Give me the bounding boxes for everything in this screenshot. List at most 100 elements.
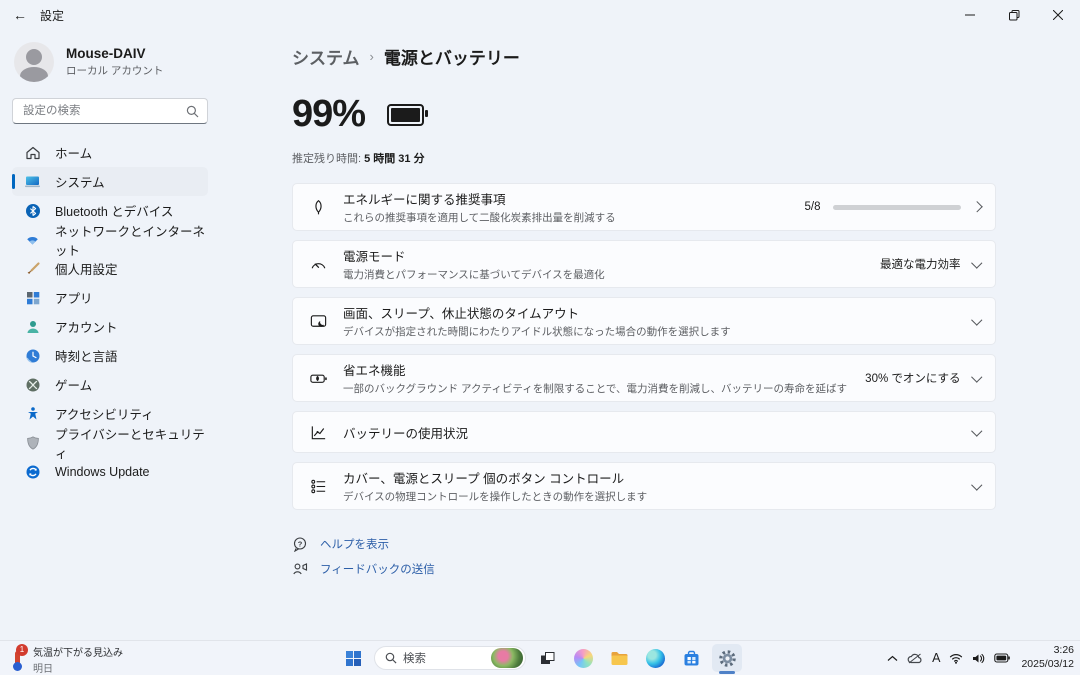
sidebar-item-personalization[interactable]: 個人用設定 (12, 254, 208, 283)
back-button[interactable]: ← (0, 0, 40, 30)
card-energy-saver[interactable]: 省エネ機能 一部のバックグラウンド アクティビティを制限することで、電力消費を削… (292, 354, 996, 402)
leaf-icon (308, 197, 328, 217)
card-battery-usage[interactable]: バッテリーの使用状況 (292, 411, 996, 453)
apps-icon (24, 289, 41, 306)
sidebar-item-accounts[interactable]: アカウント (12, 312, 208, 341)
card-subtitle: 一部のバックグラウンド アクティビティを制限することで、電力消費を削減し、バッテ… (343, 381, 847, 396)
sidebar-item-time-language[interactable]: 時刻と言語 (12, 341, 208, 370)
card-title: バッテリーの使用状況 (343, 423, 468, 442)
settings-page-power-battery: システム › 電源とバッテリー 99% 推定残り時間:5 時間 31 分 エネル… (292, 30, 996, 641)
card-screen-sleep-timeouts[interactable]: 画面、スリープ、休止状態のタイムアウト デバイスが指定された時間にわたりアイドル… (292, 297, 996, 345)
clock[interactable]: 3:26 2025/03/12 (1021, 644, 1074, 671)
page-title: 電源とバッテリー (384, 44, 520, 69)
ime-mode-button[interactable]: A (932, 651, 940, 665)
card-subtitle: デバイスが指定された時間にわたりアイドル状態になった場合の動作を選択します (343, 324, 731, 339)
task-view-button[interactable] (532, 644, 562, 672)
energy-saver-value: 30% でオンにする (865, 370, 960, 386)
bluetooth-icon (24, 202, 41, 219)
close-icon (1053, 10, 1063, 20)
xbox-icon (24, 376, 41, 393)
restore-button[interactable] (992, 0, 1036, 30)
tray-chevron-up-button[interactable] (887, 655, 898, 662)
user-account[interactable]: Mouse-DAIV ローカル アカウント (14, 42, 278, 82)
taskbar-search-box[interactable]: 検索 (374, 646, 526, 670)
file-explorer-button[interactable] (604, 644, 634, 672)
settings-app-button[interactable] (712, 644, 742, 672)
battery-icon (994, 653, 1010, 663)
sidebar-item-apps[interactable]: アプリ (12, 283, 208, 312)
search-icon (186, 105, 199, 118)
feedback-icon (292, 561, 308, 577)
user-name: Mouse-DAIV (66, 46, 163, 61)
notification-badge: 1 (16, 644, 28, 656)
breadcrumb: システム › 電源とバッテリー (292, 44, 996, 69)
settings-search-box[interactable] (12, 98, 208, 124)
settings-cards: エネルギーに関する推奨事項 これらの推奨事項を適用して二酸化炭素排出量を削減する… (292, 183, 996, 510)
chevron-down-icon (971, 425, 982, 436)
shield-icon (24, 434, 41, 451)
search-icon (385, 652, 397, 664)
app-title: 設定 (40, 7, 64, 24)
sidebar-item-label: アクセシビリティ (55, 404, 154, 423)
clock-date: 2025/03/12 (1021, 658, 1074, 672)
sidebar-item-network-internet[interactable]: ネットワークとインターネット (12, 225, 208, 254)
card-energy-recommendations[interactable]: エネルギーに関する推奨事項 これらの推奨事項を適用して二酸化炭素排出量を削減する… (292, 183, 996, 231)
sidebar-item-home[interactable]: ホーム (12, 138, 208, 167)
sidebar-item-gaming[interactable]: ゲーム (12, 370, 208, 399)
card-title: 電源モード (343, 246, 605, 265)
windows-logo-icon (345, 650, 362, 667)
send-feedback-label: フィードバックの送信 (320, 561, 435, 577)
card-lid-power-buttons[interactable]: カバー、電源とスリープ 個のボタン コントロール デバイスの物理コントロールを操… (292, 462, 996, 510)
button-controls-icon (308, 476, 328, 496)
close-button[interactable] (1036, 0, 1080, 30)
home-icon (24, 144, 41, 161)
chevron-down-icon (971, 257, 982, 268)
minimize-button[interactable] (948, 0, 992, 30)
battery-estimate-label: 推定残り時間: (292, 153, 361, 165)
start-button[interactable] (338, 644, 368, 672)
microsoft-store-button[interactable] (676, 644, 706, 672)
help-icon: ? (292, 536, 308, 552)
chevron-right-icon (971, 202, 982, 213)
sidebar-item-label: アカウント (55, 317, 118, 336)
onedrive-tray-button[interactable] (907, 653, 923, 664)
sidebar-item-windows-update[interactable]: Windows Update (12, 457, 208, 486)
file-explorer-icon (610, 650, 629, 667)
widgets-weather-button[interactable]: 1 気温が下がる見込み 明日 (8, 644, 123, 675)
get-help-link[interactable]: ? ヘルプを表示 (292, 536, 996, 552)
card-power-mode[interactable]: 電源モード 電力消費とパフォーマンスに基づいてデバイスを最適化 最適な電力効率 (292, 240, 996, 288)
sidebar-item-system[interactable]: システム (12, 167, 208, 196)
wifi-status-button[interactable] (949, 653, 963, 664)
screen-moon-icon (308, 311, 328, 331)
chevron-up-icon (887, 655, 898, 662)
chevron-down-icon (971, 479, 982, 490)
battery-estimate: 推定残り時間:5 時間 31 分 (292, 150, 996, 166)
battery-leaf-icon (308, 368, 328, 388)
sidebar-item-label: アプリ (55, 288, 93, 307)
battery-summary: 99% (292, 93, 996, 136)
battery-status-button[interactable] (994, 653, 1010, 663)
wifi-icon (949, 653, 963, 664)
card-title: エネルギーに関する推奨事項 (343, 189, 616, 208)
sidebar-item-label: 時刻と言語 (55, 346, 118, 365)
task-view-icon (539, 650, 556, 667)
recommendations-count: 5/8 (805, 201, 821, 213)
gear-icon (718, 649, 737, 668)
sidebar-item-label: ゲーム (55, 375, 92, 394)
card-title: 省エネ機能 (343, 360, 847, 379)
get-help-label: ヘルプを表示 (320, 536, 389, 552)
titlebar: ← 設定 (0, 0, 1080, 30)
copilot-button[interactable] (568, 644, 598, 672)
sidebar-item-label: Windows Update (55, 465, 150, 479)
breadcrumb-separator-icon: › (370, 49, 374, 64)
search-input[interactable] (21, 104, 186, 118)
edge-button[interactable] (640, 644, 670, 672)
sidebar-item-privacy-security[interactable]: プライバシーとセキュリティ (12, 428, 208, 457)
breadcrumb-system[interactable]: システム (292, 44, 360, 69)
footer-links: ? ヘルプを表示 フィードバックの送信 (292, 536, 996, 577)
accessibility-icon (24, 405, 41, 422)
send-feedback-link[interactable]: フィードバックの送信 (292, 561, 996, 577)
gauge-icon (308, 254, 328, 274)
chevron-down-icon (971, 371, 982, 382)
volume-status-button[interactable] (972, 653, 985, 664)
